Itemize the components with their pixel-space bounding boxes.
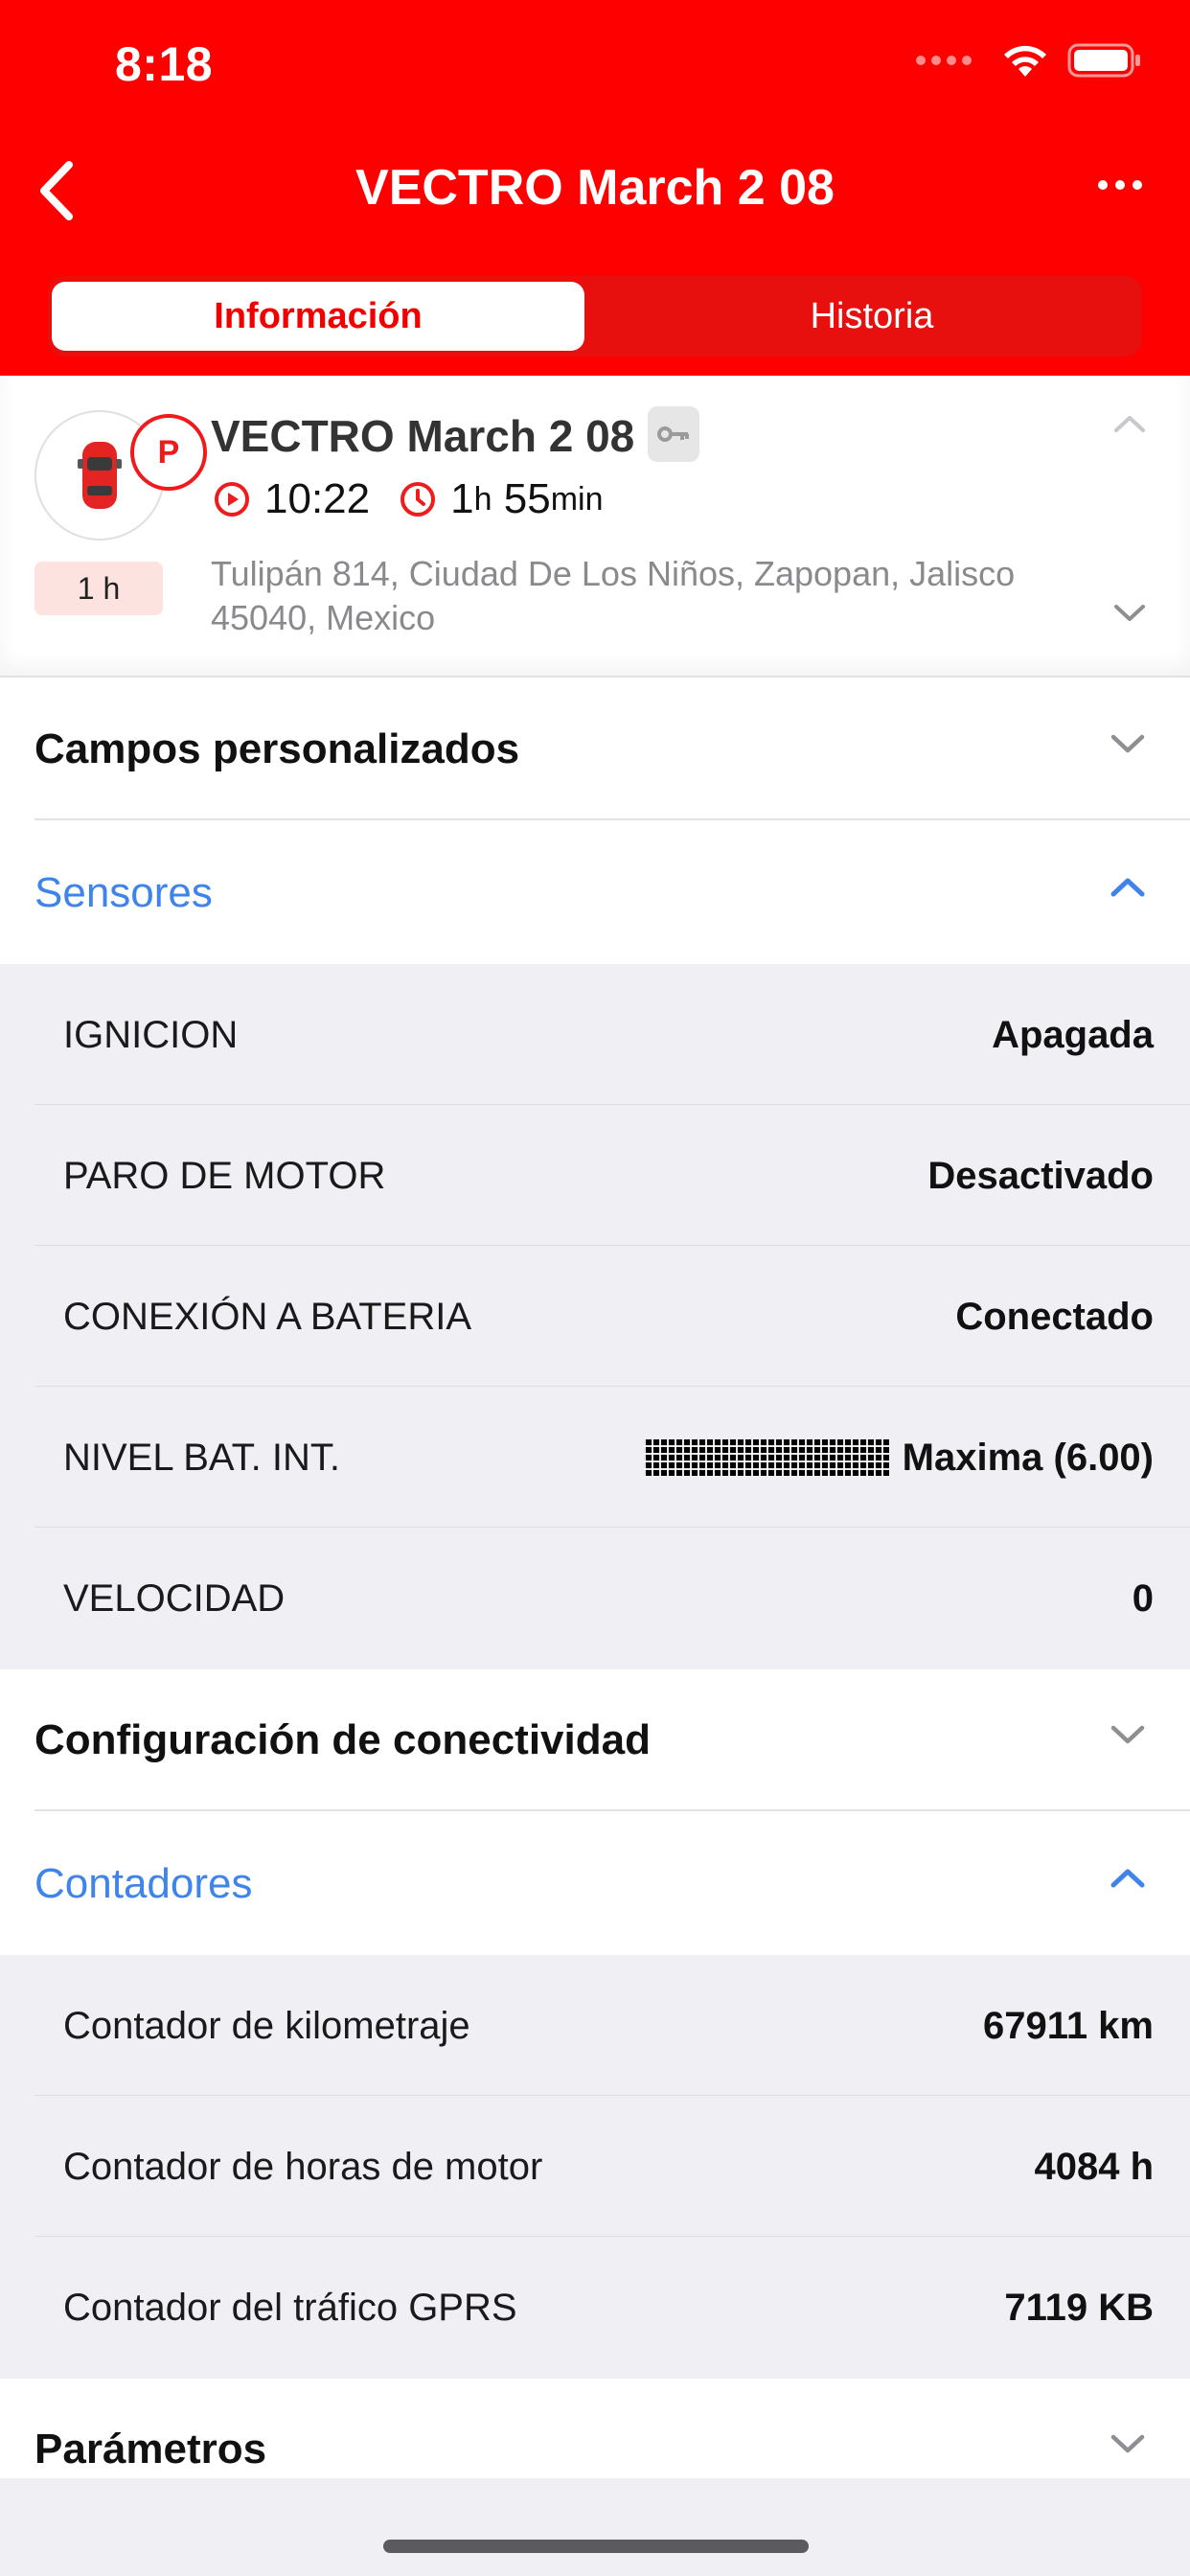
section-counters[interactable]: Contadores	[0, 1813, 1190, 1955]
sensor-value-with-bar: Maxima (6.00)	[643, 1387, 1154, 1529]
sensor-label: PARO DE MOTOR	[63, 1154, 386, 1197]
sensor-row: IGNICION Apagada	[0, 964, 1190, 1106]
wifi-icon	[1004, 45, 1046, 77]
sensor-row: VELOCIDAD 0	[0, 1528, 1190, 1669]
more-options-icon[interactable]	[1098, 180, 1142, 190]
sensor-value: Desactivado	[927, 1154, 1154, 1197]
sensor-value: 0	[1132, 1576, 1154, 1620]
chevron-down-icon	[1110, 2434, 1145, 2453]
segmented-control: Información Historia	[48, 276, 1142, 356]
section-connectivity[interactable]: Configuración de conectividad	[0, 1669, 1190, 1811]
home-indicator[interactable]	[383, 2540, 809, 2553]
counter-row: Contador de horas de motor 4084 h	[0, 2096, 1190, 2238]
sensor-row: PARO DE MOTOR Desactivado	[0, 1105, 1190, 1247]
clock-icon	[400, 482, 436, 517]
sensor-value: Apagada	[992, 1013, 1154, 1056]
duration-min-unit: min	[550, 480, 604, 518]
duration-hours: 1	[450, 475, 474, 522]
last-time: 10:22	[264, 475, 371, 522]
status-bar-time: 8:18	[115, 37, 214, 91]
counter-label: Contador del tráfico GPRS	[63, 2286, 517, 2329]
counter-value: 67911 km	[983, 2004, 1154, 2047]
section-title: Campos personalizados	[34, 725, 520, 772]
status-bar-icons	[916, 42, 1142, 79]
battery-icon	[1067, 43, 1140, 78]
vehicle-times: 10:22 1h 55 min	[213, 475, 632, 523]
sensor-row: CONEXIÓN A BATERIA Conectado	[0, 1246, 1190, 1388]
counter-label: Contador de kilometraje	[63, 2004, 470, 2047]
sensor-label: IGNICION	[63, 1013, 239, 1056]
section-title: Configuración de conectividad	[34, 1716, 651, 1763]
chevron-down-icon	[1110, 1725, 1145, 1744]
sensor-row: NIVEL BAT. INT. Maxima (6.00)	[0, 1387, 1190, 1529]
nav-title: VECTRO March 2 08	[355, 160, 835, 216]
counter-label: Contador de horas de motor	[63, 2145, 543, 2188]
sensor-value: Conectado	[955, 1295, 1154, 1338]
app-header: 8:18 VECTRO March 2 08 Información Histo…	[0, 0, 1190, 376]
vehicle-name: VECTRO March 2 08	[211, 411, 635, 461]
bottom-safe-area	[0, 2478, 1190, 2576]
cellular-signal-icon	[916, 56, 972, 65]
collapse-chevron-icon[interactable]	[1113, 414, 1146, 433]
sensor-label: VELOCIDAD	[63, 1576, 286, 1620]
section-title: Sensores	[34, 869, 213, 916]
car-icon	[78, 442, 122, 509]
counter-row: Contador de kilometraje 67911 km	[0, 1955, 1190, 2097]
key-icon	[648, 406, 699, 462]
section-title: Contadores	[34, 1860, 253, 1907]
tab-historia[interactable]: Historia	[606, 282, 1138, 351]
battery-level-bar	[643, 1439, 889, 1476]
duration-h-unit: h	[473, 480, 492, 518]
chevron-up-icon	[1110, 1869, 1145, 1888]
counter-row: Contador del tráfico GPRS 7119 KB	[0, 2237, 1190, 2379]
duration-minutes: 55	[503, 475, 551, 522]
chevron-down-icon	[1110, 734, 1145, 753]
sensor-label: CONEXIÓN A BATERIA	[63, 1295, 472, 1338]
chevron-up-icon	[1110, 878, 1145, 897]
sensor-value: Maxima (6.00)	[902, 1436, 1154, 1479]
counter-value: 7119 KB	[1004, 2286, 1154, 2329]
play-circle-icon	[215, 482, 249, 517]
expand-chevron-icon[interactable]	[1113, 604, 1146, 623]
section-custom-fields[interactable]: Campos personalizados	[0, 678, 1190, 820]
stop-duration-pill: 1 h	[34, 562, 163, 615]
counter-value: 4084 h	[1034, 2145, 1154, 2188]
section-sensors[interactable]: Sensores	[0, 822, 1190, 964]
parked-badge: P	[130, 414, 207, 491]
vehicle-address: Tulipán 814, Ciudad De Los Niños, Zapopa…	[211, 554, 1016, 637]
vehicle-card[interactable]: P 1 h VECTRO March 2 08 10:22 1h 55 min T…	[0, 376, 1190, 678]
tab-informacion[interactable]: Información	[52, 282, 584, 351]
sensor-label: NIVEL BAT. INT.	[63, 1436, 340, 1479]
